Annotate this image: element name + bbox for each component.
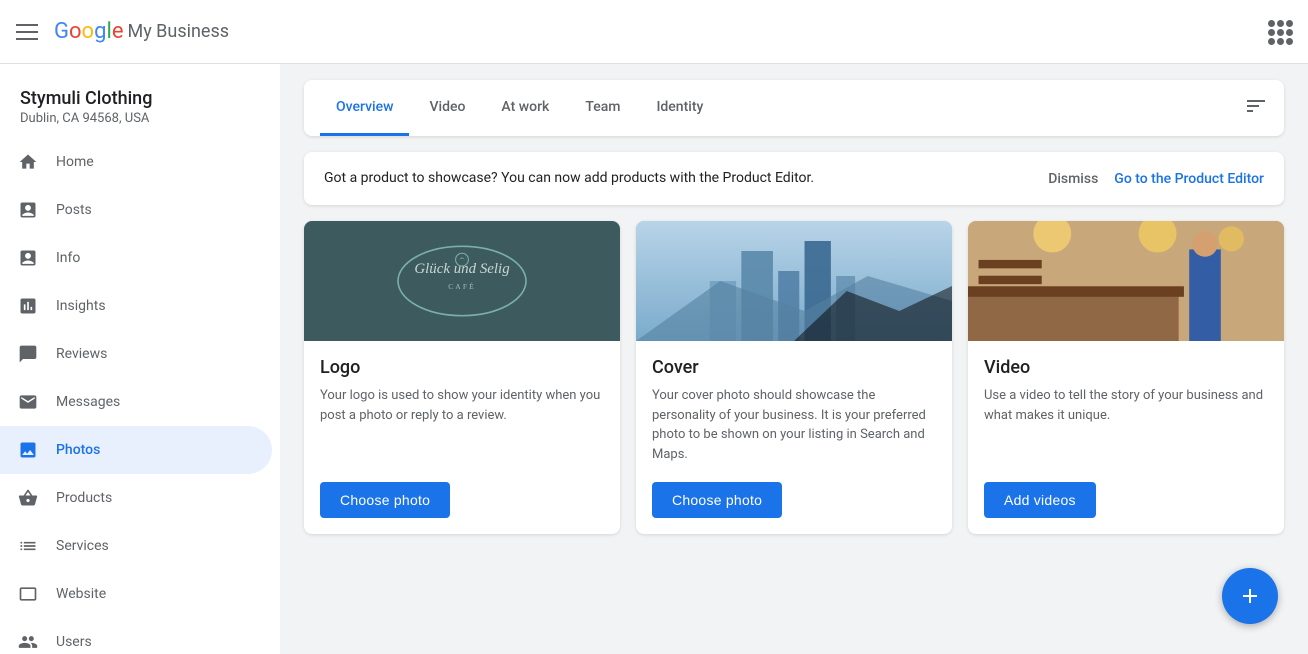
sidebar: Stymuli Clothing Dublin, CA 94568, USA H… bbox=[0, 64, 280, 654]
logo-card-image: Glück und Selig CAFÉ bbox=[304, 221, 620, 341]
sidebar-item-reviews[interactable]: Reviews bbox=[0, 330, 272, 378]
dismiss-button[interactable]: Dismiss bbox=[1048, 171, 1098, 187]
logo-card-body: Logo Your logo is used to show your iden… bbox=[304, 341, 620, 534]
topbar: Google My Business bbox=[0, 0, 1308, 64]
sidebar-item-services[interactable]: Services bbox=[0, 522, 272, 570]
sidebar-item-photos[interactable]: Photos bbox=[0, 426, 272, 474]
cover-card: Cover Your cover photo should showcase t… bbox=[636, 221, 952, 534]
video-placeholder bbox=[968, 221, 1284, 341]
sidebar-item-website[interactable]: Website bbox=[0, 570, 272, 618]
tab-team[interactable]: Team bbox=[569, 80, 636, 136]
video-card-desc: Use a video to tell the story of your bu… bbox=[984, 386, 1268, 466]
cover-choose-photo-button[interactable]: Choose photo bbox=[652, 482, 782, 518]
menu-icon[interactable] bbox=[16, 24, 38, 40]
messages-label: Messages bbox=[56, 394, 120, 410]
app-title: My Business bbox=[127, 21, 229, 42]
insights-icon bbox=[16, 294, 40, 318]
sidebar-item-messages[interactable]: Messages bbox=[0, 378, 272, 426]
website-label: Website bbox=[56, 586, 106, 602]
logo-card-desc: Your logo is used to show your identity … bbox=[320, 386, 604, 466]
tab-video[interactable]: Video bbox=[413, 80, 481, 136]
home-icon bbox=[16, 150, 40, 174]
video-card: Video Use a video to tell the story of y… bbox=[968, 221, 1284, 534]
posts-label: Posts bbox=[56, 202, 92, 218]
messages-icon bbox=[16, 390, 40, 414]
svg-text:CAFÉ: CAFÉ bbox=[448, 281, 476, 291]
posts-icon bbox=[16, 198, 40, 222]
sidebar-item-posts[interactable]: Posts bbox=[0, 186, 272, 234]
logo-placeholder: Glück und Selig CAFÉ bbox=[304, 221, 620, 341]
home-label: Home bbox=[56, 154, 94, 170]
sidebar-item-users[interactable]: Users bbox=[0, 618, 272, 654]
website-icon bbox=[16, 582, 40, 606]
video-card-body: Video Use a video to tell the story of y… bbox=[968, 341, 1284, 534]
cover-card-body: Cover Your cover photo should showcase t… bbox=[636, 341, 952, 534]
tab-overview[interactable]: Overview bbox=[320, 80, 409, 136]
logo-card-title: Logo bbox=[320, 357, 604, 378]
services-icon bbox=[16, 534, 40, 558]
google-logo: Google My Business bbox=[54, 19, 229, 44]
products-icon bbox=[16, 486, 40, 510]
promo-banner: Got a product to showcase? You can now a… bbox=[304, 152, 1284, 205]
logo-choose-photo-button[interactable]: Choose photo bbox=[320, 482, 450, 518]
tab-identity[interactable]: Identity bbox=[640, 80, 719, 136]
cover-card-desc: Your cover photo should showcase the per… bbox=[652, 386, 936, 466]
tabs-list: Overview Video At work Team Identity bbox=[320, 80, 1244, 136]
users-label: Users bbox=[56, 634, 92, 650]
fab-add-button[interactable] bbox=[1222, 568, 1278, 624]
apps-icon[interactable] bbox=[1268, 20, 1292, 44]
services-label: Services bbox=[56, 538, 109, 554]
video-card-title: Video bbox=[984, 357, 1268, 378]
promo-actions: Dismiss Go to the Product Editor bbox=[1048, 171, 1264, 187]
info-icon bbox=[16, 246, 40, 270]
business-info: Stymuli Clothing Dublin, CA 94568, USA bbox=[0, 72, 280, 138]
cover-card-image bbox=[636, 221, 952, 341]
cover-placeholder bbox=[636, 221, 952, 341]
reviews-icon bbox=[16, 342, 40, 366]
photos-label: Photos bbox=[56, 442, 100, 458]
sidebar-item-home[interactable]: Home bbox=[0, 138, 272, 186]
sidebar-item-products[interactable]: Products bbox=[0, 474, 272, 522]
insights-label: Insights bbox=[56, 298, 106, 314]
reviews-label: Reviews bbox=[56, 346, 107, 362]
tab-at-work[interactable]: At work bbox=[485, 80, 565, 136]
video-card-image bbox=[968, 221, 1284, 341]
cover-card-title: Cover bbox=[652, 357, 936, 378]
promo-text: Got a product to showcase? You can now a… bbox=[324, 168, 1032, 189]
logo-card: Glück und Selig CAFÉ Logo Your logo is u… bbox=[304, 221, 620, 534]
products-label: Products bbox=[56, 490, 112, 506]
users-icon bbox=[16, 630, 40, 654]
main-content: Overview Video At work Team Identity Got… bbox=[280, 64, 1308, 654]
sort-icon[interactable] bbox=[1244, 94, 1268, 123]
sidebar-item-info[interactable]: Info bbox=[0, 234, 272, 282]
cards-grid: Glück und Selig CAFÉ Logo Your logo is u… bbox=[304, 221, 1284, 534]
info-label: Info bbox=[56, 250, 80, 266]
sidebar-item-insights[interactable]: Insights bbox=[0, 282, 272, 330]
business-address: Dublin, CA 94568, USA bbox=[20, 111, 260, 126]
business-name: Stymuli Clothing bbox=[20, 88, 260, 109]
product-editor-link[interactable]: Go to the Product Editor bbox=[1114, 171, 1264, 187]
tabs-card: Overview Video At work Team Identity bbox=[304, 80, 1284, 136]
svg-text:Glück und Selig: Glück und Selig bbox=[414, 261, 510, 277]
add-videos-button[interactable]: Add videos bbox=[984, 482, 1096, 518]
photos-icon bbox=[16, 438, 40, 462]
